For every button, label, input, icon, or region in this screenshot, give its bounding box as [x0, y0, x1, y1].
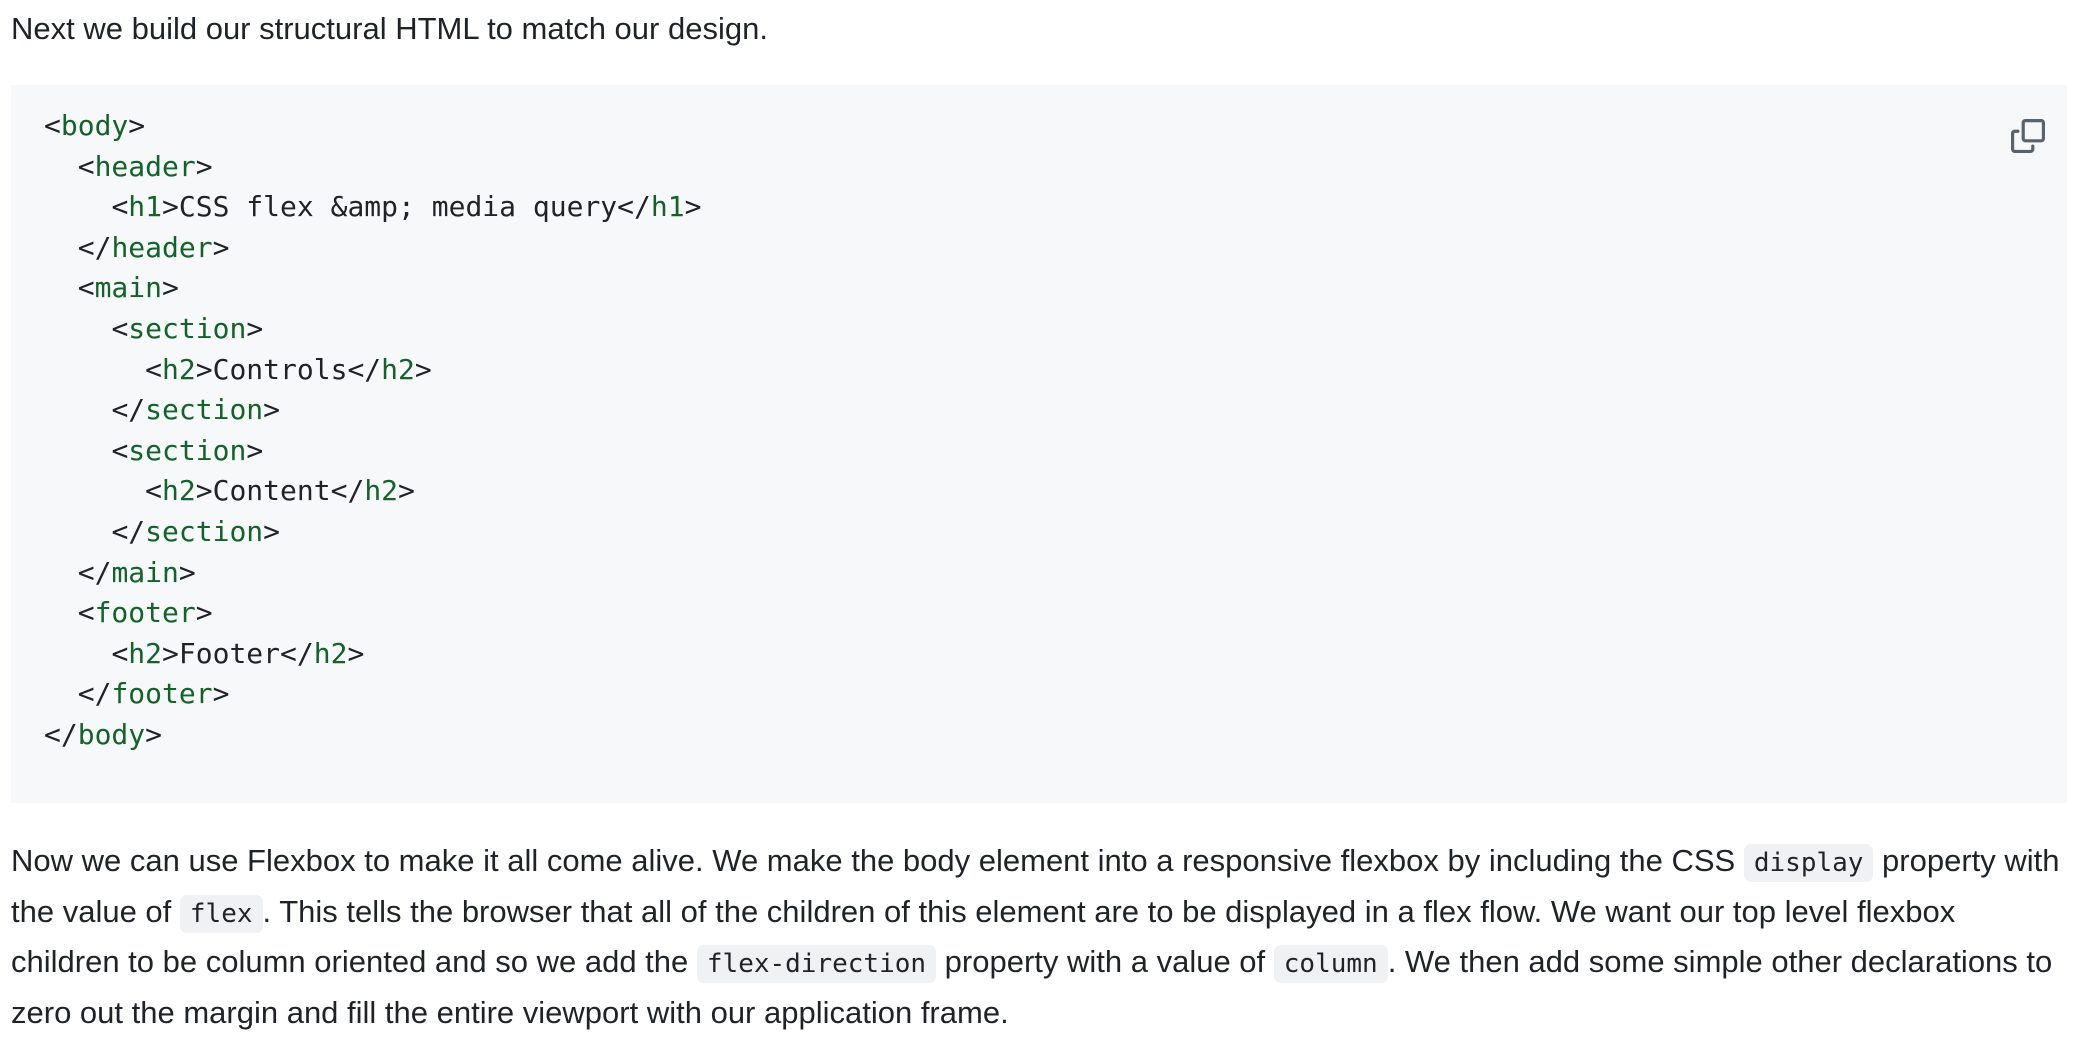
- code-text: </: [77, 230, 112, 264]
- code-text: >Content</: [195, 474, 365, 508]
- code-text: <: [145, 474, 163, 508]
- code-text: >: [263, 393, 281, 427]
- code-tag-name: section: [145, 514, 264, 548]
- code-text: </: [111, 393, 146, 427]
- inline-code: column: [1273, 945, 1388, 984]
- code-text: >: [212, 677, 230, 711]
- code-line: </body>: [44, 715, 2067, 756]
- code-tag-name: h2: [364, 474, 399, 508]
- code-text: <: [111, 636, 129, 670]
- code-text: >: [195, 149, 213, 183]
- code-text: >: [684, 190, 702, 224]
- copy-code-button[interactable]: [2003, 111, 2053, 161]
- code-text: >: [162, 271, 179, 305]
- code-tag-name: footer: [94, 596, 196, 630]
- code-tag-name: h1: [128, 190, 163, 224]
- code-line: </header>: [44, 228, 2067, 269]
- code-text: >CSS flex &amp; media query</: [162, 190, 651, 224]
- code-text: <: [145, 352, 163, 386]
- code-line: <h2>Content</h2>: [44, 471, 2067, 512]
- code-tag-name: h1: [650, 190, 685, 224]
- article-content: Next we build our structural HTML to mat…: [0, 0, 2067, 1037]
- code-line: <section>: [44, 309, 2067, 350]
- copy-icon: [2011, 119, 2045, 153]
- code-tag-name: body: [60, 109, 129, 142]
- code-line: <h2>Footer</h2>: [44, 634, 2067, 675]
- code-line: <header>: [44, 147, 2067, 188]
- code-line: <body>: [44, 106, 2067, 147]
- inline-code: flex-direction: [696, 945, 937, 984]
- code-text: >: [178, 555, 196, 589]
- code-text: <: [77, 271, 95, 305]
- code-tag-name: h2: [381, 352, 415, 386]
- code-text: </: [111, 514, 146, 548]
- code-text: >: [347, 636, 365, 670]
- code-text: >: [246, 433, 264, 467]
- code-tag-name: header: [94, 149, 196, 183]
- code-line: <h2>Controls</h2>: [44, 350, 2067, 391]
- code-text: </: [77, 677, 112, 711]
- code-text: >Controls</: [195, 352, 382, 386]
- code-text: <: [111, 190, 129, 224]
- code-tag-name: h2: [162, 474, 196, 508]
- code-tag-name: section: [128, 433, 247, 467]
- code-text: >: [212, 230, 230, 264]
- code-block: <body> <header> <h1>CSS flex &amp; media…: [11, 85, 2067, 803]
- code-tag-name: section: [128, 311, 247, 345]
- code-text: >: [145, 717, 163, 751]
- code-text: <: [111, 311, 129, 345]
- code-text: >: [263, 514, 281, 548]
- code-tag-name: footer: [111, 677, 213, 711]
- code-lines: <body> <header> <h1>CSS flex &amp; media…: [44, 106, 2067, 756]
- code-text: <: [44, 109, 61, 142]
- intro-paragraph: Next we build our structural HTML to mat…: [11, 11, 768, 46]
- inline-code: display: [1743, 844, 1874, 882]
- code-line: </section>: [44, 390, 2067, 431]
- paragraph-text: Now we can use Flexbox to make it all co…: [11, 843, 1744, 878]
- code-tag-name: main: [94, 271, 163, 305]
- explanation-paragraph: Now we can use Flexbox to make it all co…: [11, 837, 2061, 1037]
- code-tag-name: h2: [313, 636, 348, 670]
- code-tag-name: h2: [162, 352, 196, 386]
- code-line: </section>: [44, 512, 2067, 553]
- code-text: >: [414, 352, 432, 386]
- code-tag-name: main: [111, 555, 179, 589]
- code-text: >: [195, 596, 213, 630]
- code-line: </main>: [44, 553, 2067, 594]
- code-text: </: [44, 717, 78, 751]
- code-line: <h1>CSS flex &amp; media query</h1>: [44, 187, 2067, 228]
- code-tag-name: header: [111, 230, 213, 264]
- paragraph-text: property with a value of: [936, 944, 1274, 980]
- code-text: >: [246, 311, 264, 345]
- code-text: </: [77, 555, 112, 589]
- code-text: >: [398, 474, 415, 508]
- code-text: <: [77, 149, 95, 183]
- code-tag-name: body: [77, 717, 146, 751]
- code-line: <main>: [44, 268, 2067, 309]
- code-tag-name: h2: [128, 636, 163, 670]
- code-text: <: [111, 433, 129, 467]
- code-text: >Footer</: [162, 636, 314, 670]
- code-text: >: [128, 109, 146, 142]
- code-line: </footer>: [44, 674, 2067, 715]
- code-line: <section>: [44, 431, 2067, 472]
- inline-code: flex: [179, 894, 263, 933]
- code-tag-name: section: [145, 393, 264, 427]
- code-line: <footer>: [44, 593, 2067, 634]
- code-text: <: [77, 596, 95, 630]
